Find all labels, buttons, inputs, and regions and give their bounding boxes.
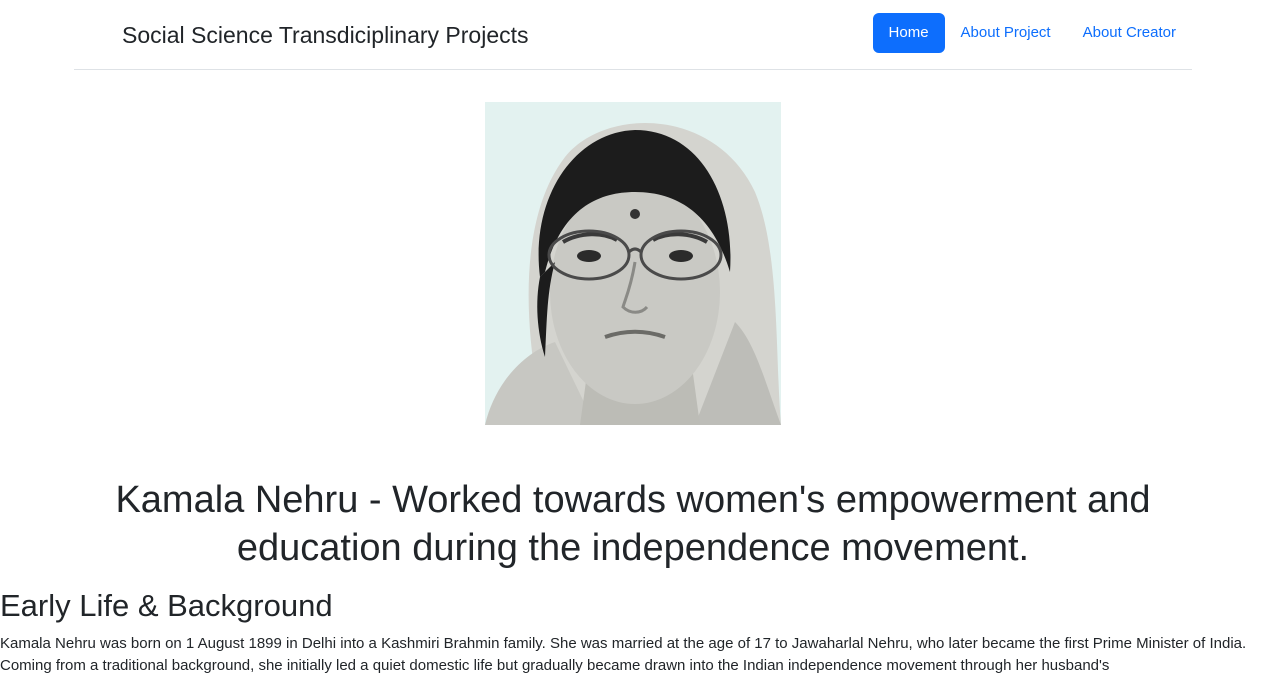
- nav-links: Home About Project About Creator: [872, 13, 1192, 53]
- navbar-brand[interactable]: Social Science Transdiciplinary Projects: [122, 19, 529, 51]
- portrait-image: [485, 102, 781, 425]
- section-text-early-life: Kamala Nehru was born on 1 August 1899 i…: [0, 635, 1247, 674]
- nav-link-about-creator[interactable]: About Creator: [1067, 13, 1192, 53]
- nav-link-home[interactable]: Home: [872, 13, 945, 53]
- portrait-illustration: [485, 102, 781, 425]
- section-title-early-life: Early Life & Background: [0, 588, 333, 623]
- nav-link-about-project[interactable]: About Project: [945, 13, 1067, 53]
- navbar: Social Science Transdiciplinary Projects…: [74, 0, 1192, 70]
- page-headline: Kamala Nehru - Worked towards women's em…: [115, 479, 1151, 569]
